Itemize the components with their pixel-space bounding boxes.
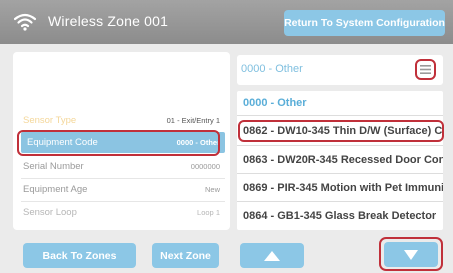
field-serial-number[interactable]: Serial Number 0000000 xyxy=(13,156,230,177)
selection-highlight-outline xyxy=(17,130,220,156)
list-item[interactable]: 0869 - PIR-345 Motion with Pet Immunity xyxy=(237,177,443,199)
field-label: Equipment Age xyxy=(23,184,88,195)
equipment-options-list: 0000 - Other 0862 - DW10-345 Thin D/W (S… xyxy=(237,91,443,230)
divider xyxy=(237,201,443,202)
scroll-down-button[interactable] xyxy=(384,242,438,267)
field-label: Serial Number xyxy=(23,161,84,172)
up-arrow-icon xyxy=(264,250,280,261)
menu-icon xyxy=(420,65,431,74)
wifi-icon xyxy=(14,13,36,31)
field-label: Sensor Loop xyxy=(23,207,77,218)
header-bar: Wireless Zone 001 Return To System Confi… xyxy=(0,0,453,44)
menu-icon[interactable] xyxy=(415,59,436,80)
field-value: 0000000 xyxy=(190,162,220,171)
next-zone-button[interactable]: Next Zone xyxy=(152,243,219,268)
list-item[interactable]: 0863 - DW20R-345 Recessed Door Conta xyxy=(237,149,443,171)
page-title: Wireless Zone 001 xyxy=(48,13,169,29)
selected-option-outline xyxy=(238,120,444,142)
list-item[interactable]: 0864 - GB1-345 Glass Break Detector xyxy=(237,205,443,227)
down-arrow-icon xyxy=(404,249,418,260)
list-item[interactable]: 0000 - Other xyxy=(237,92,443,114)
field-value: 01 - Exit/Entry 1 xyxy=(166,116,220,125)
field-value: New xyxy=(204,185,220,194)
field-sensor-type[interactable]: Sensor Type 01 - Exit/Entry 1 xyxy=(13,110,230,131)
divider xyxy=(237,115,443,116)
divider xyxy=(237,173,443,174)
field-value: Loop 1 xyxy=(197,208,220,217)
field-sensor-loop[interactable]: Sensor Loop Loop 1 xyxy=(13,202,230,223)
scroll-up-button[interactable] xyxy=(240,243,304,268)
select-current-value: 0000 - Other xyxy=(241,63,303,75)
field-equipment-age[interactable]: Equipment Age New xyxy=(13,179,230,200)
equipment-code-select[interactable]: 0000 - Other xyxy=(237,55,443,85)
field-label: Sensor Type xyxy=(23,115,77,126)
back-to-zones-button[interactable]: Back To Zones xyxy=(23,243,136,268)
divider xyxy=(237,145,443,146)
return-to-system-configuration-button[interactable]: Return To System Configuration xyxy=(284,10,445,36)
